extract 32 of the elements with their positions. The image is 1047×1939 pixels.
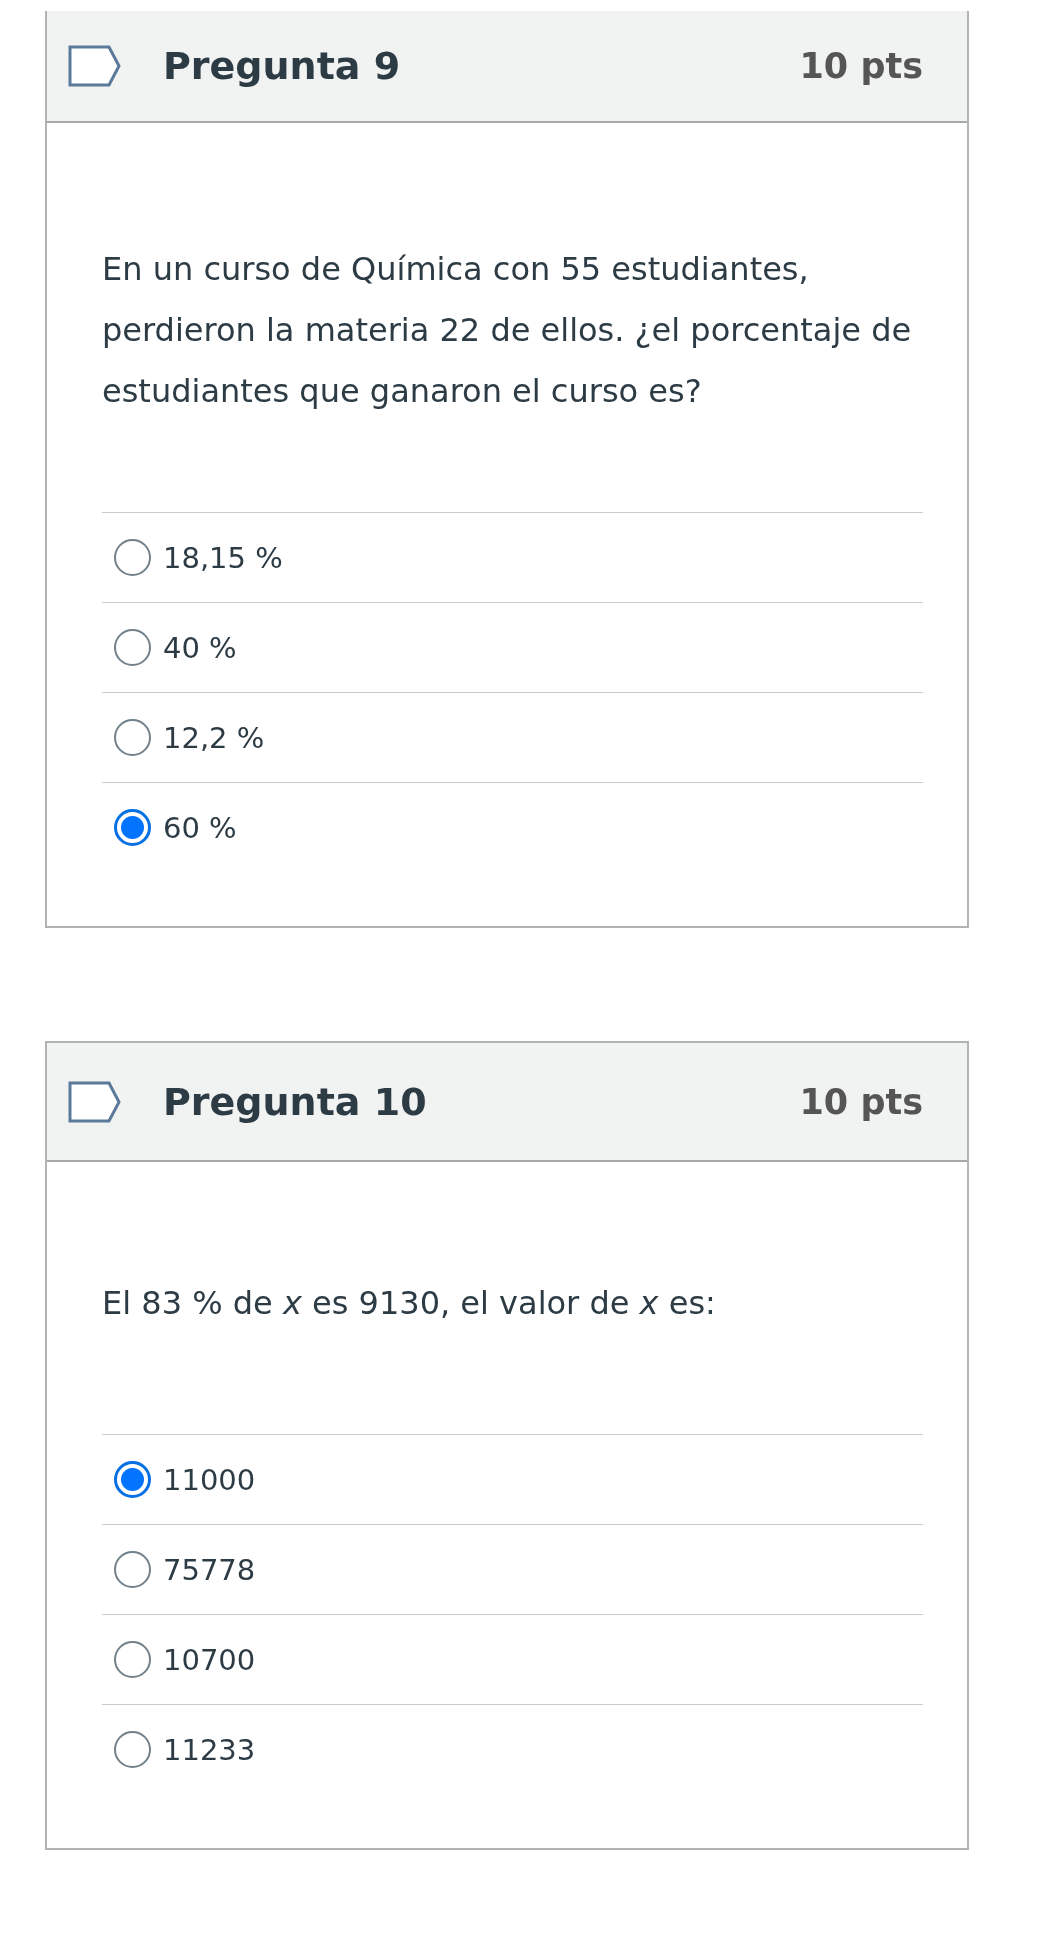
answer-option[interactable]: 11000 bbox=[102, 1434, 923, 1524]
answer-label: 10700 bbox=[163, 1642, 256, 1677]
answer-label: 18,15 % bbox=[163, 540, 283, 575]
answer-option[interactable]: 12,2 % bbox=[102, 692, 923, 782]
question-text: En un curso de Química con 55 estudiantes, perdieron la materia 22 de ellos. ¿el porcentaje de estudiantes que ganaron el curso es? bbox=[102, 249, 913, 412]
radio-button[interactable] bbox=[114, 1641, 151, 1678]
answer-label: 40 % bbox=[163, 630, 237, 665]
question-points: 10 pts bbox=[799, 1081, 923, 1122]
answer-label: 11000 bbox=[163, 1462, 256, 1497]
bookmark-flag-icon[interactable] bbox=[67, 44, 123, 88]
question-points: 10 pts bbox=[799, 46, 923, 86]
radio-button[interactable] bbox=[114, 1461, 151, 1498]
answer-option[interactable]: 75778 bbox=[102, 1524, 923, 1614]
answer-label: 11233 bbox=[163, 1732, 256, 1767]
answer-option[interactable]: 60 % bbox=[102, 782, 923, 872]
radio-button[interactable] bbox=[114, 1551, 151, 1588]
radio-button[interactable] bbox=[114, 539, 151, 576]
answer-label: 12,2 % bbox=[163, 720, 265, 755]
question-title: Pregunta 9 bbox=[163, 44, 402, 88]
answer-option[interactable]: 18,15 % bbox=[102, 512, 923, 602]
answer-option[interactable]: 11233 bbox=[102, 1704, 923, 1794]
answer-option[interactable]: 40 % bbox=[102, 602, 923, 692]
radio-button[interactable] bbox=[114, 1731, 151, 1768]
bookmark-flag-icon[interactable] bbox=[67, 1079, 123, 1124]
radio-button[interactable] bbox=[114, 809, 151, 846]
question-text: El 83 % de x es 9130, el valor de x es: bbox=[102, 1283, 717, 1324]
radio-button[interactable] bbox=[114, 629, 151, 666]
question-title: Pregunta 10 bbox=[163, 1079, 428, 1124]
answer-label: 60 % bbox=[163, 810, 237, 845]
answer-option[interactable]: 10700 bbox=[102, 1614, 923, 1704]
radio-button[interactable] bbox=[114, 719, 151, 756]
answer-label: 75778 bbox=[163, 1552, 256, 1587]
